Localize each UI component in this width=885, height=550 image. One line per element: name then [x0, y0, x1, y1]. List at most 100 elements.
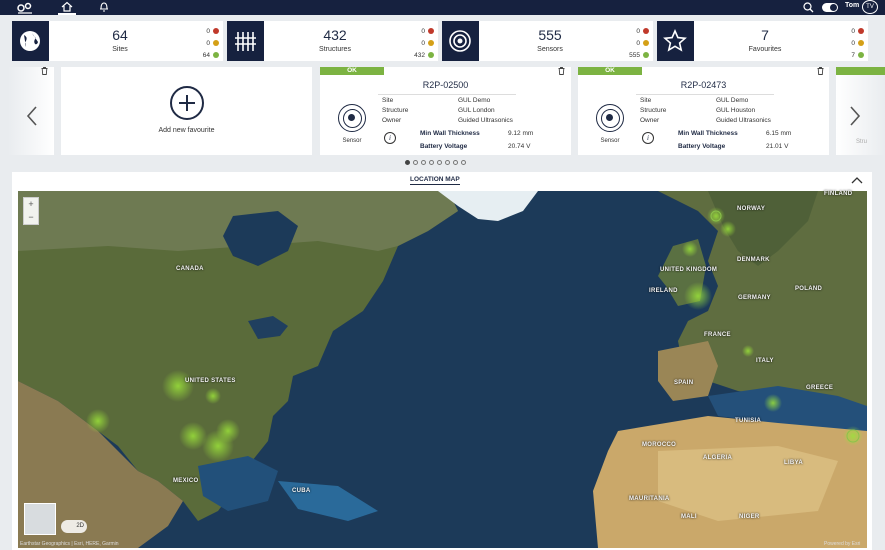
warning-count: 0: [851, 39, 855, 47]
favourites-count: 7: [761, 27, 769, 43]
carousel-next-button[interactable]: [849, 105, 861, 133]
structure-value: GUL Houston: [716, 107, 756, 114]
sensor-marker: [720, 221, 736, 237]
pagination-dot[interactable]: [445, 160, 450, 165]
zoom-in-button[interactable]: +: [24, 198, 38, 211]
site-key: Site: [382, 97, 394, 104]
map-label: LIBYA: [784, 460, 803, 466]
sensors-stat-card[interactable]: 555 Sensors 0 0 555: [442, 21, 653, 61]
divider: [378, 94, 516, 95]
info-icon[interactable]: i: [642, 132, 654, 144]
pagination-dot[interactable]: [461, 160, 466, 165]
map-label: NIGER: [739, 514, 760, 520]
sites-count: 64: [112, 27, 128, 43]
sensor-icon: [338, 104, 366, 132]
location-map-tab[interactable]: LOCATION MAP: [410, 176, 460, 185]
red-status-dot: [858, 28, 864, 34]
alarm-count: 0: [636, 27, 640, 35]
zoom-controls[interactable]: + −: [23, 197, 39, 225]
user-name[interactable]: Tom: [845, 2, 859, 9]
red-status-dot: [643, 28, 649, 34]
warning-count: 0: [206, 39, 210, 47]
thickness-value: 6.15 mm: [766, 130, 792, 137]
pagination-dot[interactable]: [421, 160, 426, 165]
sensor-title: R2P-02473: [680, 80, 727, 90]
sensors-count: 555: [538, 27, 562, 43]
theme-toggle[interactable]: [822, 3, 838, 12]
sensor-marker: [86, 409, 110, 433]
sensor-type-label: Sensor: [600, 138, 620, 144]
ok-count: 7: [851, 51, 855, 59]
map-label: UNITED KINGDOM: [660, 267, 718, 273]
pagination-dot[interactable]: [429, 160, 434, 165]
status-counts: 0 0 555: [623, 25, 649, 61]
status-badge: OK: [320, 67, 384, 75]
sensor-type-label: Sensor: [342, 138, 362, 144]
app-logo-icon[interactable]: [16, 1, 34, 14]
status-counts: 0 0 64: [193, 25, 219, 61]
favourites-stat-card[interactable]: 7 Favourites 0 0 7: [657, 21, 868, 61]
battery-key: Battery Voltage: [678, 143, 726, 150]
add-icon[interactable]: [170, 86, 204, 120]
map-label: POLAND: [795, 286, 823, 292]
next-favourite-peek-text: Stru: [856, 139, 868, 145]
sensor-marker: [707, 207, 725, 225]
map-label: IRELAND: [649, 288, 678, 294]
zoom-out-button[interactable]: −: [24, 211, 38, 224]
sites-label: Sites: [112, 46, 128, 53]
pagination-dot[interactable]: [405, 160, 410, 165]
sites-stat-card[interactable]: 64 Sites 0 0 64: [12, 21, 223, 61]
pagination-dot[interactable]: [413, 160, 418, 165]
battery-key: Battery Voltage: [420, 143, 468, 150]
structure-icon: [227, 21, 264, 61]
bell-icon: [100, 2, 108, 12]
home-nav-tab[interactable]: [58, 0, 76, 15]
pagination-dot[interactable]: [437, 160, 442, 165]
basemap-switcher[interactable]: [24, 503, 56, 535]
map-label: SPAIN: [674, 380, 694, 386]
trash-icon[interactable]: [558, 67, 565, 75]
trash-icon[interactable]: [41, 67, 48, 75]
ok-count: 64: [202, 51, 210, 59]
star-icon: [657, 21, 694, 61]
map-label: MEXICO: [173, 478, 199, 484]
view-2d-toggle[interactable]: 2D: [61, 520, 87, 533]
chevron-left-icon: [26, 106, 37, 126]
map-label: ALGERIA: [703, 455, 733, 461]
user-avatar[interactable]: TV: [862, 0, 878, 14]
trash-icon[interactable]: [817, 67, 824, 75]
location-map[interactable]: [18, 191, 867, 548]
map-basemap: [18, 191, 867, 548]
map-label: MALI: [681, 514, 697, 520]
sensor-marker: [162, 370, 194, 402]
structures-count: 432: [323, 27, 347, 43]
alarm-count: 0: [851, 27, 855, 35]
chevron-up-icon[interactable]: [851, 175, 863, 185]
map-label: NORWAY: [737, 206, 766, 212]
structures-stat-card[interactable]: 432 Structures 0 0 432: [227, 21, 438, 61]
favourite-card[interactable]: OK R2P-02473 Sensor Site GUL Demo Struct…: [578, 67, 829, 155]
add-favourite-card[interactable]: Add new favourite: [61, 67, 312, 155]
carousel-prev-button[interactable]: [26, 105, 38, 133]
pagination-dot[interactable]: [453, 160, 458, 165]
globe-icon: [12, 21, 49, 61]
structures-label: Structures: [319, 46, 351, 53]
sensor-marker: [742, 345, 754, 357]
info-icon[interactable]: i: [384, 132, 396, 144]
map-label: GREECE: [806, 385, 834, 391]
search-icon[interactable]: [802, 1, 815, 14]
sensor-marker: [205, 388, 221, 404]
home-icon: [61, 1, 73, 12]
sensor-marker: [764, 394, 782, 412]
site-value: GUL Demo: [458, 97, 491, 104]
site-value: GUL Demo: [716, 97, 749, 104]
owner-value: Guided Ultrasonics: [716, 117, 771, 124]
thickness-value: 9.12 mm: [508, 130, 534, 137]
sensor-marker: [216, 419, 240, 443]
sensor-marker: [843, 426, 863, 446]
favourite-card[interactable]: OK R2P-02500 Sensor Site GUL Demo Struct…: [320, 67, 571, 155]
map-label: MAURITANIA: [629, 496, 670, 502]
notifications-nav-tab[interactable]: [96, 0, 112, 15]
red-status-dot: [428, 28, 434, 34]
structure-key: Structure: [382, 107, 409, 114]
